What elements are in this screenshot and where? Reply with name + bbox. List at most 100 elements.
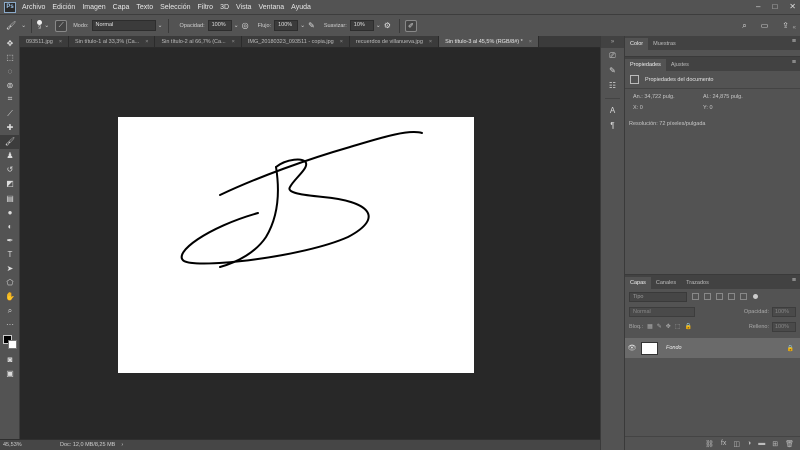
eyedropper-icon[interactable]: ⟋ [0,106,20,120]
filter-adjustment-icon[interactable] [704,293,711,300]
tab-adjustments[interactable]: Ajustes [666,59,694,71]
tab-doc-1[interactable]: 093511.jpg × [20,36,70,47]
screen-mode-icon[interactable]: ▣ [0,366,20,380]
lock-artboard-icon[interactable]: ⬚ [675,323,681,330]
fill-field[interactable]: 100% [772,321,796,332]
close-icon[interactable]: × [232,36,235,47]
eraser-icon[interactable]: ◩ [0,177,20,191]
airbrush-icon[interactable]: ✎ [308,21,315,30]
menu-texto[interactable]: Texto [136,4,153,11]
hand-icon[interactable]: ✋ [0,290,20,304]
healing-icon[interactable]: ✚ [0,121,20,135]
lock-transparent-icon[interactable]: ▦ [647,323,653,330]
lasso-icon[interactable]: ◌ [0,64,20,78]
brush-panel-toggle[interactable]: ⟋ [55,19,68,32]
panel-collapse-icon[interactable]: « [793,25,796,31]
layer-filter-select[interactable]: Tipo [629,291,687,302]
menu-3d[interactable]: 3D [220,4,229,11]
more-icon[interactable]: ··· [0,318,20,332]
add-mask-icon[interactable]: ◫ [733,440,740,448]
trash-icon[interactable]: 🗑 [785,440,794,448]
filter-toggle-icon[interactable] [753,294,758,299]
tab-swatches[interactable]: Muestras [648,38,681,50]
menu-filtro[interactable]: Filtro [198,4,214,11]
shape-icon[interactable]: ⬠ [0,276,20,290]
stamp-icon[interactable]: ♟ [0,149,20,163]
zoom-icon[interactable]: ⌕ [0,304,20,318]
fx-icon[interactable]: fx [721,440,726,447]
close-icon[interactable]: × [429,36,432,47]
close-icon[interactable]: × [145,36,148,47]
character-panel-icon[interactable]: A [601,103,624,118]
blur-icon[interactable]: ● [0,205,20,219]
marquee-icon[interactable]: ⬚ [0,50,20,64]
close-icon[interactable]: × [59,36,62,47]
chevron-down-icon[interactable]: ⌄ [300,22,305,29]
filter-shape-icon[interactable] [728,293,735,300]
menu-ayuda[interactable]: Ayuda [291,4,311,11]
search-icon[interactable]: ⌕ [742,21,746,31]
eye-icon[interactable]: 👁 [625,344,639,352]
mode-select[interactable]: Normal [91,20,156,31]
move-icon[interactable]: ✥ [0,36,20,50]
chevron-down-icon[interactable]: ⌄ [44,22,49,29]
tab-doc-5[interactable]: recuerdos de villanueva.jpg × [350,36,440,47]
canvas-workspace[interactable] [21,48,600,439]
menu-vista[interactable]: Vista [236,4,251,11]
gear-icon[interactable]: ⚙ [384,21,391,30]
new-group-icon[interactable]: ▬ [758,440,765,447]
brush-preset-icon[interactable]: 🖌 [6,21,16,30]
history-brush-icon[interactable]: ↺ [0,163,20,177]
minimize-button[interactable]: – [756,0,760,14]
brush-settings-icon[interactable]: ✎ [601,63,624,78]
y-value[interactable]: 0 [709,105,712,111]
chevron-down-icon[interactable]: ⌄ [21,22,26,29]
menu-capa[interactable]: Capa [113,4,130,11]
lock-image-icon[interactable]: ✎ [657,323,662,330]
lock-all-icon[interactable]: 🔒 [684,323,691,330]
close-button[interactable]: ✕ [789,0,796,14]
adjustment-layer-icon[interactable]: ◑ [747,440,751,447]
type-icon[interactable]: T [0,247,20,261]
tab-doc-4[interactable]: IMG_20180323_093511 - copia.jpg × [242,36,350,47]
tab-doc-3[interactable]: Sin título-2 al 66,7% (Ca... × [155,36,242,47]
close-icon[interactable]: × [529,36,532,47]
menu-ventana[interactable]: Ventana [258,4,284,11]
menu-edicion[interactable]: Edición [52,4,75,11]
pressure-opacity-icon[interactable]: ◎ [242,21,249,30]
menu-seleccion[interactable]: Selección [160,4,190,11]
tab-paths[interactable]: Trazados [681,277,714,289]
maximize-button[interactable]: □ [772,0,777,14]
layer-opacity-field[interactable]: 100% [772,306,796,317]
gradient-icon[interactable]: ▤ [0,191,20,205]
filter-pixel-icon[interactable] [692,293,699,300]
background-color-swatch[interactable] [8,339,17,349]
opacity-field[interactable]: 100% [207,20,232,31]
document-canvas[interactable] [118,117,474,373]
blend-mode-select[interactable]: Normal [629,306,695,317]
tab-doc-2[interactable]: Sin título-1 al 33,3% (Ca... × [69,36,156,47]
lock-position-icon[interactable]: ✥ [666,323,671,330]
workspace-icon[interactable]: ▭ [761,21,769,31]
pen-icon[interactable]: ✒ [0,233,20,247]
status-menu-arrow[interactable]: › [121,442,123,448]
adjustments-icon[interactable]: ☷ [601,78,624,93]
height-value[interactable]: 24,875 pulg. [712,94,742,100]
brush-size-picker[interactable]: 9 [37,20,43,31]
tab-color[interactable]: Color [625,38,649,50]
chevron-down-icon[interactable]: ⌄ [158,22,163,29]
close-icon[interactable]: × [340,36,343,47]
dock-collapse-icon[interactable]: » [601,36,624,48]
path-select-icon[interactable]: ➤ [0,262,20,276]
layer-name[interactable]: Fondo [666,345,682,351]
x-value[interactable]: 0 [640,105,643,111]
panel-menu-icon[interactable]: ≡ [792,38,796,45]
flow-field[interactable]: 100% [274,20,299,31]
tab-properties[interactable]: Propiedades [625,59,666,71]
tab-doc-active[interactable]: Sin título-3 al 45,5% (RGB/8#) * × [439,36,539,47]
panel-menu-icon[interactable]: ≡ [792,277,796,284]
link-layers-icon[interactable]: ⛓ [705,440,714,448]
filter-type-icon[interactable] [716,293,723,300]
tab-channels[interactable]: Canales [651,277,681,289]
paragraph-panel-icon[interactable]: ¶ [601,118,624,133]
